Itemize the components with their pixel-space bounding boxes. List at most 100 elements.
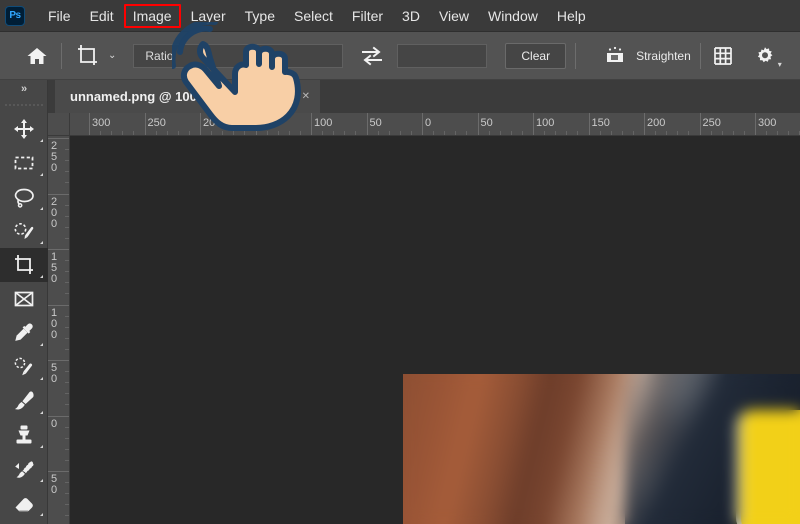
menu-item-filter[interactable]: Filter	[343, 4, 392, 28]
menu-item-image[interactable]: Image	[123, 3, 181, 28]
ruler-label: 150	[51, 251, 58, 285]
ruler-minor-tick	[599, 131, 601, 135]
tool-crop-tool[interactable]	[0, 248, 48, 282]
ruler-minor-tick	[632, 131, 634, 135]
ruler-minor-tick	[65, 337, 69, 339]
clone-stamp-tool-icon	[16, 425, 32, 444]
ruler-tick	[48, 138, 69, 139]
ruler-label: 200	[51, 195, 58, 230]
crop-ratio-dropdown[interactable]: Ratio	[133, 43, 344, 68]
ruler-minor-tick	[433, 131, 435, 135]
ruler-minor-tick	[65, 515, 69, 517]
menu-item-type[interactable]: Type	[236, 4, 284, 28]
document-image[interactable]	[403, 374, 800, 524]
brush-tool-icon	[15, 391, 34, 410]
ruler-minor-tick	[377, 131, 379, 135]
ruler-label: 250	[702, 117, 721, 129]
panel-drag-handle[interactable]	[0, 98, 47, 112]
ruler-minor-tick	[555, 131, 557, 135]
ruler-minor-tick	[65, 237, 69, 239]
ruler-minor-tick	[211, 131, 213, 135]
ruler-minor-tick	[510, 131, 512, 135]
ruler-minor-tick	[333, 131, 335, 135]
crop-tool-icon	[15, 255, 33, 274]
tool-rectangular-marquee-tool[interactable]	[0, 146, 48, 180]
ruler-minor-tick	[710, 131, 712, 135]
tool-flyout-indicator	[40, 139, 43, 142]
ruler-minor-tick	[65, 482, 69, 484]
menu-item-select[interactable]: Select	[285, 4, 342, 28]
ruler-minor-tick	[65, 271, 69, 273]
tool-list	[0, 112, 48, 520]
panel-expand-icon[interactable]: »	[0, 80, 47, 98]
ruler-minor-tick	[111, 131, 113, 135]
tool-history-brush-tool[interactable]	[0, 452, 48, 486]
menu-item-layer[interactable]: Layer	[182, 4, 235, 28]
tool-move-tool[interactable]	[0, 112, 48, 146]
ruler-minor-tick	[766, 131, 768, 135]
chevron-down-icon[interactable]: ⌄	[108, 50, 116, 61]
ruler-minor-tick	[388, 131, 390, 135]
options-separator-3	[699, 42, 701, 69]
ruler-minor-tick	[266, 131, 268, 135]
ruler-minor-tick	[777, 131, 779, 135]
history-brush-tool-icon	[15, 461, 34, 478]
menu-item-window[interactable]: Window	[479, 4, 547, 28]
menu-item-edit[interactable]: Edit	[81, 4, 123, 28]
ruler-label: 100	[536, 117, 555, 129]
clear-button[interactable]: Clear	[505, 42, 567, 69]
crop-ratio-value-input[interactable]	[397, 43, 488, 68]
ruler-tick	[48, 360, 69, 361]
menu-item-help[interactable]: Help	[548, 4, 595, 28]
ruler-minor-tick	[410, 131, 412, 135]
crop-overlay-grid-icon[interactable]	[712, 45, 734, 67]
tool-frame-tool[interactable]	[0, 282, 48, 316]
ruler-label: 50	[369, 117, 382, 129]
ruler-minor-tick	[399, 131, 401, 135]
tool-quick-selection-tool[interactable]	[0, 214, 48, 248]
tool-eyedropper-tool[interactable]	[0, 316, 48, 350]
tool-clone-stamp-tool[interactable]	[0, 418, 48, 452]
ruler-minor-tick	[65, 260, 69, 262]
ruler-corner[interactable]	[48, 113, 70, 136]
ruler-minor-tick	[65, 215, 69, 217]
vertical-ruler[interactable]: 25020015010050050100	[48, 136, 70, 524]
tool-lasso-tool[interactable]	[0, 180, 48, 214]
straighten-button[interactable]: Straighten	[605, 46, 691, 66]
gear-chevron-icon[interactable]: ▾	[778, 60, 782, 69]
frame-tool-icon	[14, 291, 34, 307]
home-icon[interactable]	[22, 41, 52, 71]
horizontal-ruler[interactable]: 30025020015010050050100150200250300350	[70, 113, 800, 136]
tools-panel: »	[0, 80, 48, 524]
ruler-label: 0	[51, 417, 58, 430]
tool-eraser-tool[interactable]	[0, 486, 48, 520]
tool-flyout-indicator	[40, 343, 43, 346]
tool-flyout-indicator	[40, 513, 43, 516]
gear-icon[interactable]	[754, 45, 776, 67]
ruler-minor-tick	[65, 226, 69, 228]
close-icon[interactable]: ✕	[302, 91, 310, 102]
ruler-minor-tick	[222, 131, 224, 135]
tool-flyout-indicator	[40, 445, 43, 448]
ruler-minor-tick	[521, 131, 523, 135]
move-tool-icon	[14, 119, 34, 139]
ruler-minor-tick	[65, 404, 69, 406]
tool-flyout-indicator	[40, 479, 43, 482]
document-tab[interactable]: unnamed.png @ 100% ✕	[55, 80, 320, 113]
quick-selection-tool-icon	[14, 223, 34, 239]
menu-item-view[interactable]: View	[430, 4, 478, 28]
tool-spot-healing-brush-tool[interactable]	[0, 350, 48, 384]
swap-arrows-icon[interactable]	[361, 45, 383, 67]
menu-item-file[interactable]: File	[39, 4, 80, 28]
ruler-minor-tick	[65, 448, 69, 450]
tool-brush-tool[interactable]	[0, 384, 48, 418]
ruler-minor-tick	[65, 326, 69, 328]
menu-item-3d[interactable]: 3D	[393, 4, 429, 28]
eraser-tool-icon	[15, 498, 33, 512]
tool-flyout-indicator	[40, 275, 43, 278]
crop-tool-icon[interactable]	[75, 43, 101, 69]
canvas-area[interactable]	[70, 136, 800, 524]
straighten-label: Straighten	[636, 48, 691, 63]
rectangular-marquee-tool-icon	[14, 156, 34, 170]
ruler-minor-tick	[299, 131, 301, 135]
